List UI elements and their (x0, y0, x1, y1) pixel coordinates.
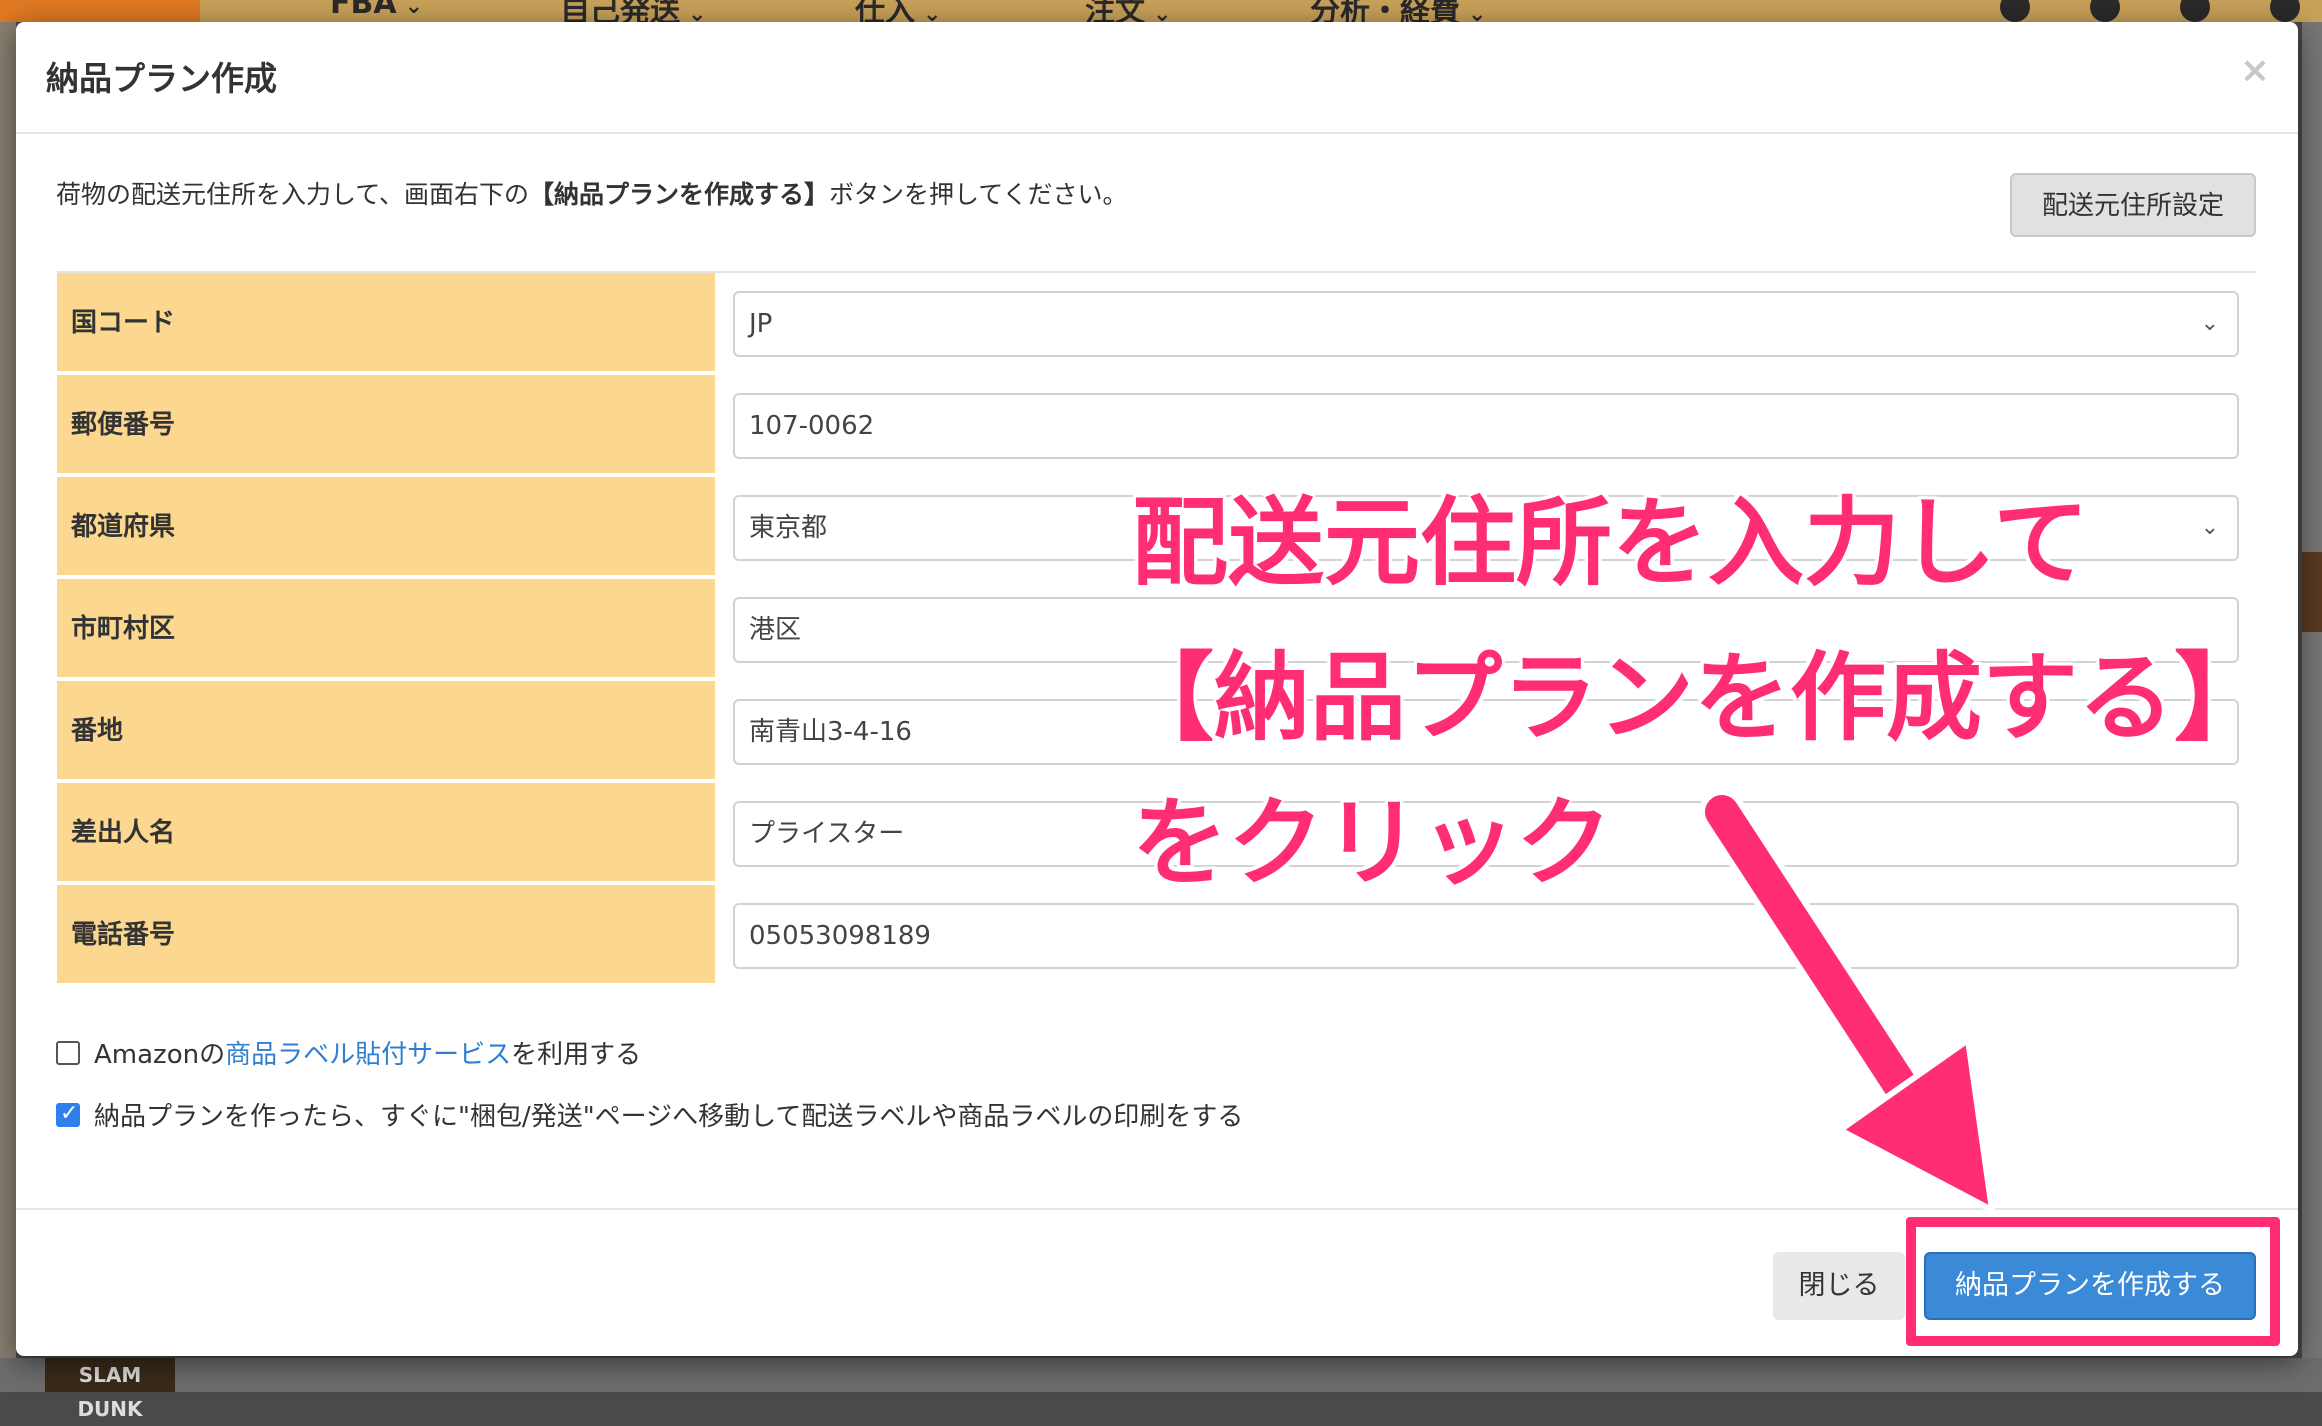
arrow-icon (1699, 789, 1995, 1213)
create-button-highlight (1906, 1217, 2280, 1346)
